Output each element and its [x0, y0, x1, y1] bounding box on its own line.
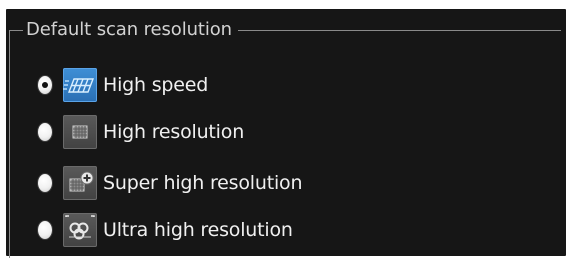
option-high-resolution[interactable]: High resolution [38, 113, 244, 151]
grid-plus-icon [63, 166, 97, 200]
option-high-speed[interactable]: High speed [38, 66, 208, 104]
option-label: Ultra high resolution [103, 219, 293, 241]
radio-super-high-resolution[interactable] [38, 174, 52, 192]
radio-ultra-high-resolution[interactable] [38, 221, 52, 239]
option-label: Super high resolution [103, 172, 303, 194]
radio-high-speed[interactable] [38, 76, 52, 94]
option-label: High speed [103, 74, 209, 96]
option-ultra-high-resolution[interactable]: Ultra high resolution [38, 211, 293, 249]
scan-speed-icon [63, 68, 97, 102]
option-super-high-resolution[interactable]: Super high resolution [38, 164, 302, 202]
radio-high-resolution[interactable] [38, 123, 52, 141]
groupbox-title: Default scan resolution [23, 19, 238, 41]
chain-links-icon [63, 213, 97, 247]
option-label: High resolution [103, 121, 245, 143]
grid-icon [63, 115, 97, 149]
